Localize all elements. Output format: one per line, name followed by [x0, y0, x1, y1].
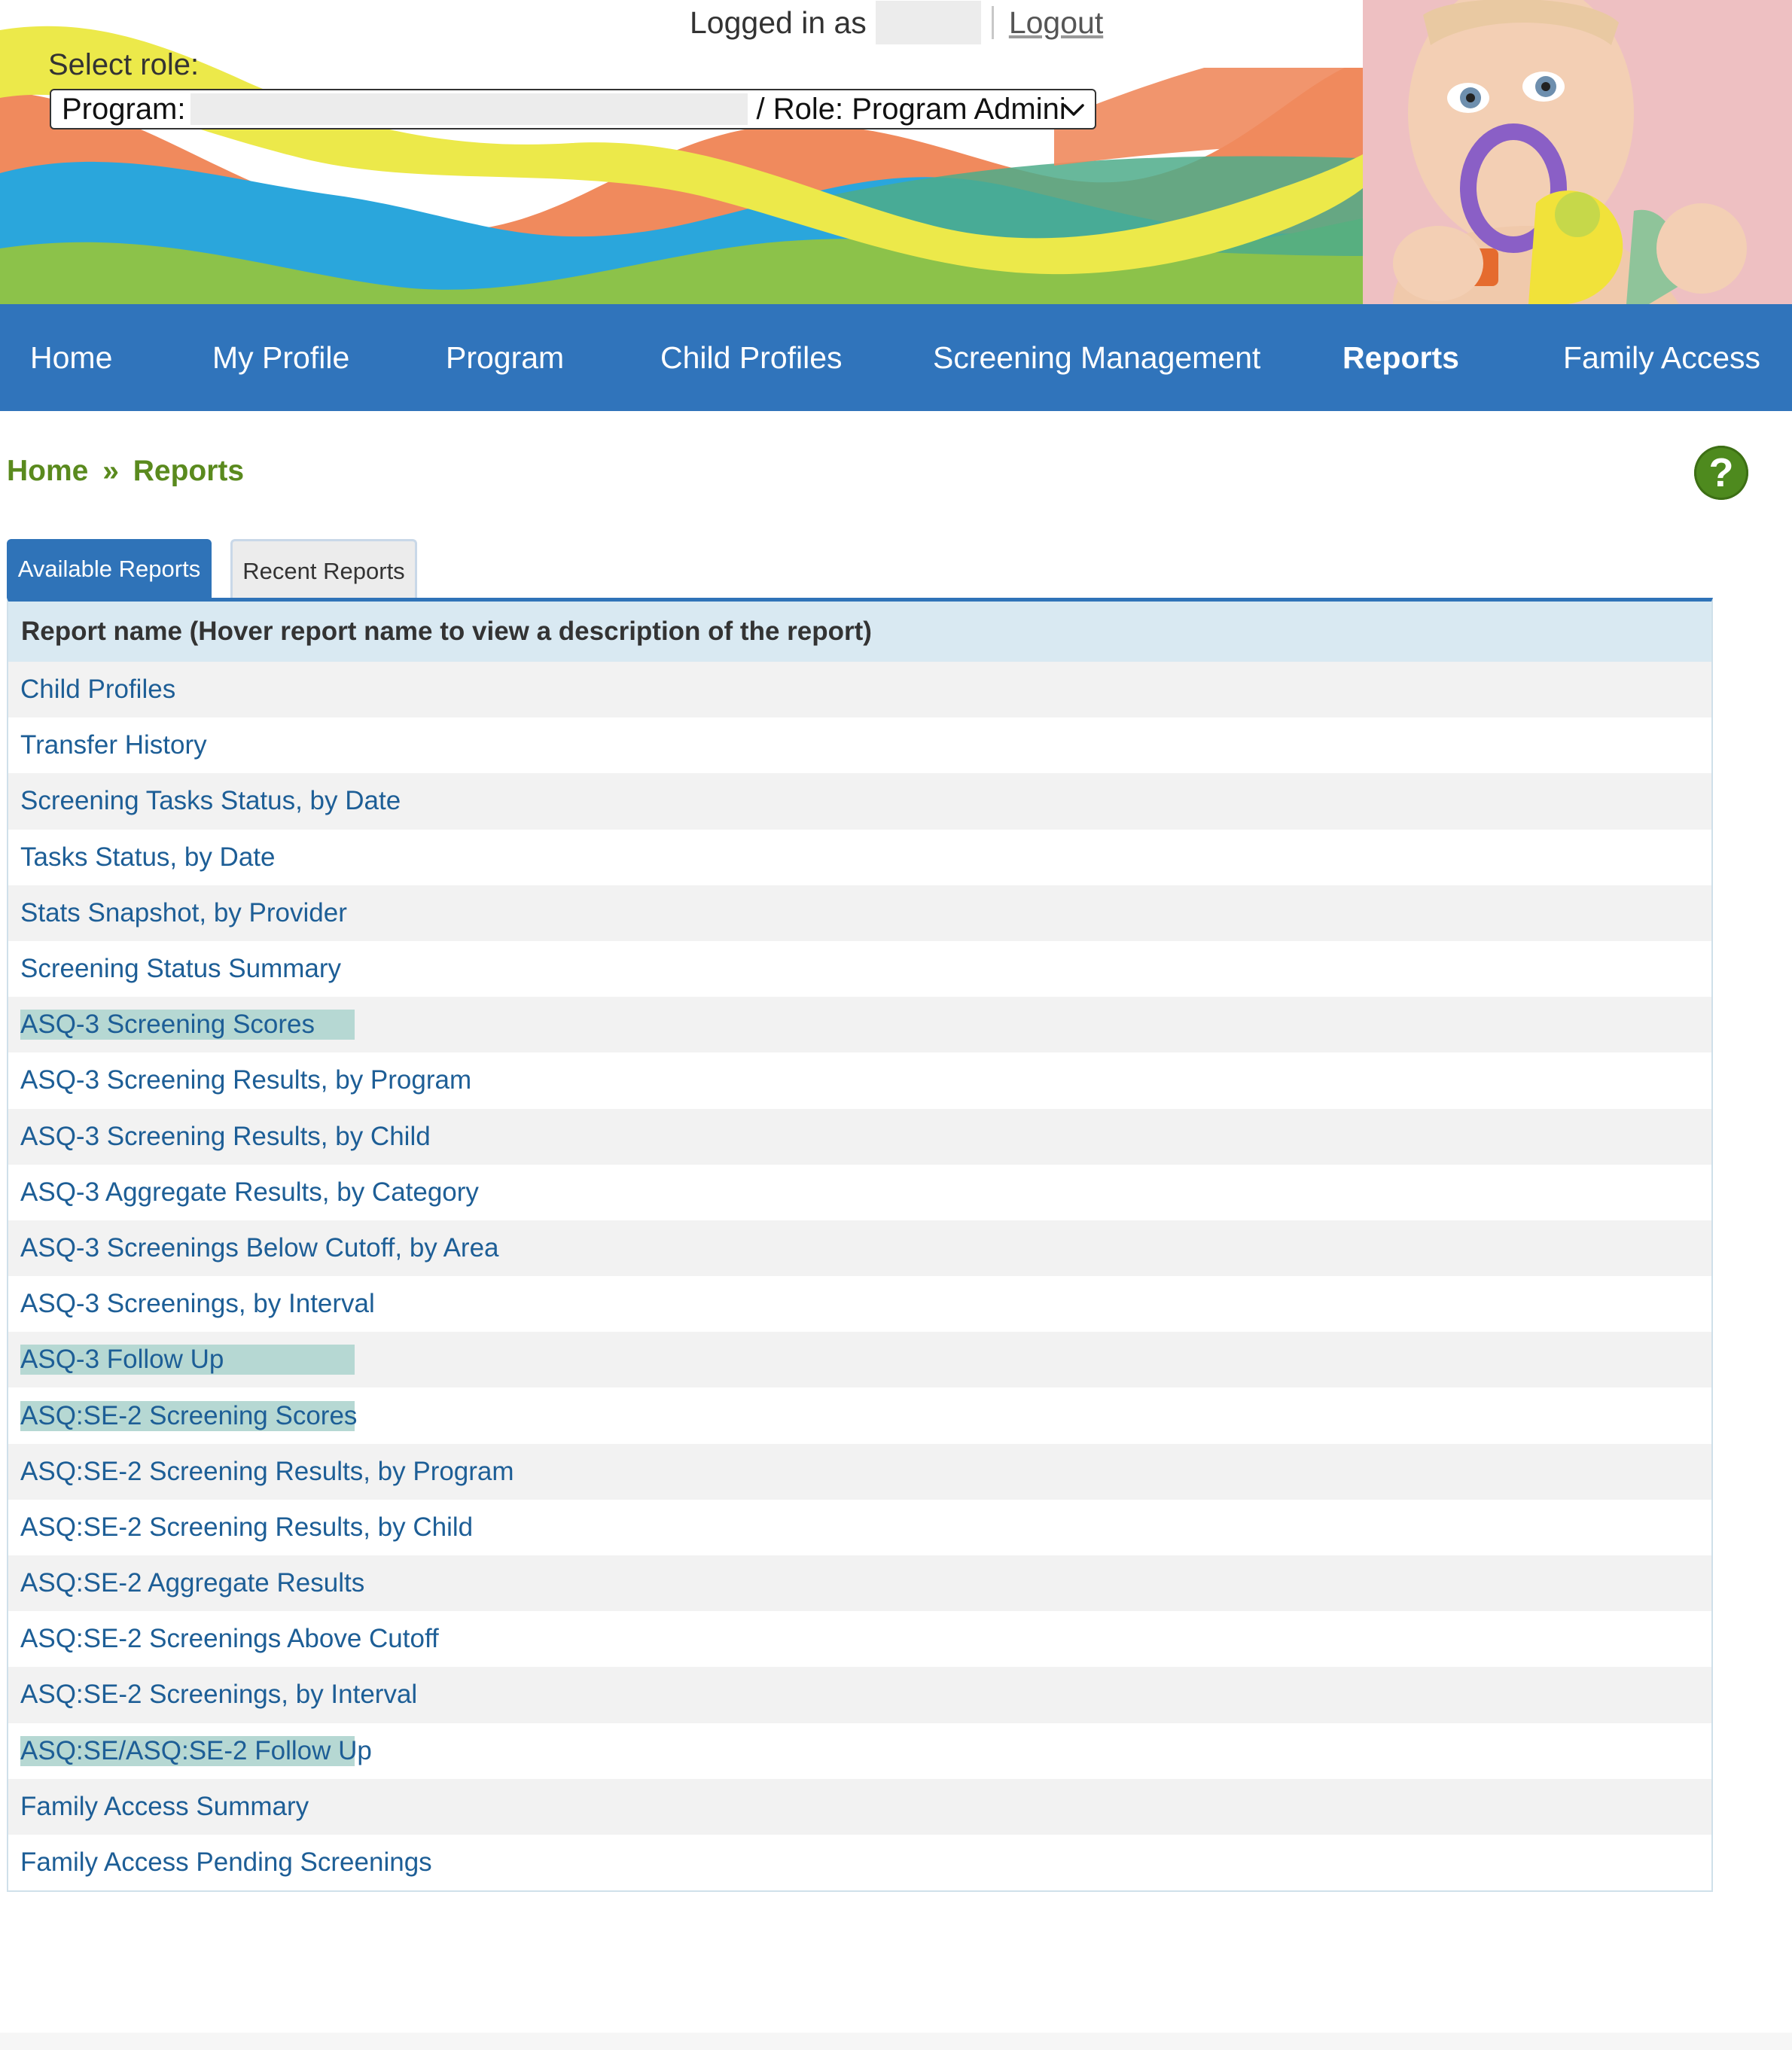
- report-link[interactable]: ASQ-3 Screening Results, by Child: [20, 1122, 431, 1152]
- header-banner-waves: [0, 0, 1363, 304]
- table-row: ASQ-3 Screening Results, by Child: [8, 1108, 1711, 1165]
- table-row: Child Profiles: [8, 662, 1711, 718]
- nav-item-program[interactable]: Program: [446, 304, 564, 411]
- table-row: ASQ-3 Screenings Below Cutoff, by Area: [8, 1220, 1711, 1277]
- nav-item-home[interactable]: Home: [30, 304, 112, 411]
- role-select-role-text: / Role: Program Admini: [756, 92, 1066, 126]
- role-select-program-prefix: Program:: [62, 92, 186, 126]
- redacted-username: [875, 1, 981, 44]
- breadcrumb: Home » Reports: [7, 455, 244, 488]
- table-row: ASQ:SE-2 Screening Scores: [8, 1387, 1711, 1444]
- table-row: Family Access Pending Screenings: [8, 1834, 1711, 1891]
- table-row: ASQ:SE-2 Screening Results, by Child: [8, 1499, 1711, 1555]
- report-link[interactable]: Stats Snapshot, by Provider: [20, 898, 347, 928]
- table-row: ASQ:SE-2 Screenings, by Interval: [8, 1667, 1711, 1723]
- table-row: ASQ-3 Screenings, by Interval: [8, 1276, 1711, 1333]
- logged-in-label: Logged in as: [690, 5, 867, 40]
- breadcrumb-home-link[interactable]: Home: [7, 455, 88, 487]
- report-link[interactable]: ASQ-3 Screening Scores: [20, 1010, 355, 1040]
- table-row: Screening Status Summary: [8, 940, 1711, 998]
- nav-item-my-profile[interactable]: My Profile: [212, 304, 349, 411]
- table-row: ASQ:SE-2 Screenings Above Cutoff: [8, 1611, 1711, 1668]
- report-link[interactable]: Transfer History: [20, 730, 207, 760]
- report-link[interactable]: ASQ:SE-2 Screenings Above Cutoff: [20, 1624, 439, 1654]
- report-link[interactable]: ASQ-3 Screenings, by Interval: [20, 1289, 375, 1319]
- report-link[interactable]: ASQ:SE-2 Aggregate Results: [20, 1568, 364, 1598]
- table-row: ASQ:SE-2 Screening Results, by Program: [8, 1443, 1711, 1500]
- footer-strip: [0, 2033, 1792, 2050]
- table-row: ASQ-3 Follow Up: [8, 1332, 1711, 1388]
- report-link[interactable]: ASQ-3 Screening Results, by Program: [20, 1065, 471, 1095]
- table-row: Screening Tasks Status, by Date: [8, 773, 1711, 830]
- nav-item-screening-management[interactable]: Screening Management: [933, 304, 1260, 411]
- nav-item-family-access[interactable]: Family Access: [1563, 304, 1760, 411]
- report-link[interactable]: Child Profiles: [20, 675, 175, 705]
- breadcrumb-separator: »: [102, 455, 119, 487]
- table-body: Child Profiles Transfer History Screening …: [8, 662, 1711, 1891]
- table-row: ASQ:SE-2 Aggregate Results: [8, 1555, 1711, 1612]
- report-link[interactable]: Screening Tasks Status, by Date: [20, 786, 401, 816]
- select-role-label: Select role:: [48, 48, 200, 81]
- report-link[interactable]: ASQ:SE-2 Screening Results, by Child: [20, 1512, 473, 1543]
- role-select[interactable]: Program: / Role: Program Admini: [50, 89, 1096, 129]
- redacted-program-name: [190, 93, 748, 125]
- baby-photo: [1363, 0, 1792, 304]
- report-link[interactable]: ASQ:SE-2 Screening Results, by Program: [20, 1457, 514, 1487]
- login-separator: [991, 6, 994, 39]
- login-status: Logged in as Logout: [690, 0, 1103, 45]
- chevron-down-icon: [1063, 104, 1084, 116]
- report-link[interactable]: ASQ:SE-2 Screening Scores: [20, 1400, 357, 1431]
- table-row: Transfer History: [8, 717, 1711, 774]
- report-link[interactable]: Tasks Status, by Date: [20, 842, 275, 873]
- reports-table: Report name (Hover report name to view a…: [7, 598, 1713, 1893]
- breadcrumb-current: Reports: [133, 455, 245, 487]
- table-header: Report name (Hover report name to view a…: [8, 602, 1711, 662]
- report-link[interactable]: Family Access Pending Screenings: [20, 1847, 432, 1878]
- table-row: Family Access Summary: [8, 1778, 1711, 1835]
- page-header: Logged in as Logout Select role: Program…: [0, 0, 1792, 304]
- report-link[interactable]: ASQ-3 Aggregate Results, by Category: [20, 1177, 479, 1208]
- report-link[interactable]: ASQ:SE-2 Screenings, by Interval: [20, 1680, 417, 1710]
- table-row: Stats Snapshot, by Provider: [8, 885, 1711, 941]
- table-row: ASQ-3 Screening Results, by Program: [8, 1052, 1711, 1109]
- question-mark-icon[interactable]: ?: [1694, 446, 1748, 500]
- report-link[interactable]: Family Access Summary: [20, 1792, 309, 1822]
- table-row: Tasks Status, by Date: [8, 829, 1711, 885]
- tab-available-reports[interactable]: Available Reports: [7, 539, 212, 599]
- table-row: ASQ:SE/ASQ:SE-2 Follow Up: [8, 1723, 1711, 1779]
- nav-item-reports[interactable]: Reports: [1342, 304, 1459, 411]
- nav-item-child-profiles[interactable]: Child Profiles: [660, 304, 843, 411]
- tab-recent-reports[interactable]: Recent Reports: [230, 539, 417, 599]
- report-link[interactable]: ASQ-3 Follow Up: [20, 1345, 355, 1375]
- report-link[interactable]: Screening Status Summary: [20, 954, 341, 984]
- report-link[interactable]: ASQ:SE/ASQ:SE-2 Follow Up: [20, 1735, 372, 1766]
- table-row: ASQ-3 Aggregate Results, by Category: [8, 1164, 1711, 1220]
- main-nav: Home My Profile Program Child Profiles S…: [0, 304, 1792, 411]
- report-link[interactable]: ASQ-3 Screenings Below Cutoff, by Area: [20, 1233, 499, 1263]
- logout-link[interactable]: Logout: [1009, 5, 1103, 41]
- table-row: ASQ-3 Screening Scores: [8, 997, 1711, 1053]
